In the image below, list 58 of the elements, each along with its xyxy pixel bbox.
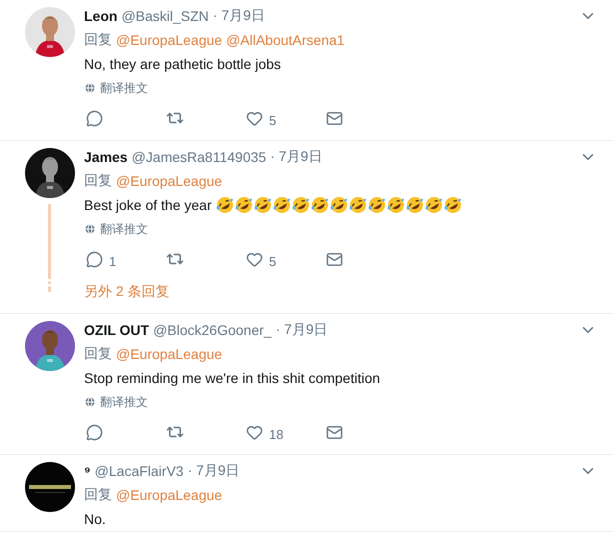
like-button[interactable]: 5	[244, 108, 324, 128]
reply-button[interactable]: 1	[84, 250, 164, 268]
laughing-emoji-icon	[292, 196, 310, 214]
tweet-date[interactable]: · 7月9日	[276, 321, 328, 339]
speech-bubble-icon	[86, 250, 103, 268]
laughing-emoji-icon	[234, 196, 253, 214]
mention-link[interactable]: @EuropaLeague	[116, 173, 222, 189]
more-replies-link[interactable]: 另外 2 条回复	[84, 281, 579, 303]
speech-bubble-icon	[86, 424, 103, 440]
user-name[interactable]: Leon	[84, 8, 118, 24]
mention-link[interactable]: @EuropaLeague	[116, 346, 222, 362]
heart-icon	[246, 250, 263, 268]
globe-icon	[84, 396, 96, 408]
tweet-date[interactable]: · 7月9日	[270, 148, 322, 166]
envelope-icon	[326, 110, 343, 126]
laughing-emoji-icon	[386, 196, 405, 214]
laughing-emoji-icon	[368, 196, 386, 214]
user-name[interactable]: OZIL OUT	[84, 322, 150, 338]
speech-bubble-icon	[86, 110, 103, 126]
envelope-icon	[326, 424, 343, 440]
translate-link[interactable]: 翻译推文	[84, 220, 148, 238]
laughing-emoji-icon	[330, 196, 348, 214]
heart-icon	[246, 424, 263, 440]
reply-label: 回复	[84, 486, 112, 504]
reply-label: 回复	[84, 31, 112, 49]
globe-icon	[84, 82, 96, 94]
user-name[interactable]: ⁹	[84, 463, 91, 479]
user-handle[interactable]: @JamesRa81149035	[132, 149, 266, 165]
laughing-emoji-icon	[310, 196, 329, 214]
laughing-emoji-icon	[272, 196, 291, 214]
tweet-text: No, they are pathetic bottle jobs	[84, 56, 281, 72]
globe-icon	[84, 223, 96, 235]
envelope-icon	[326, 250, 343, 268]
laughing-emoji-icon	[216, 196, 234, 214]
user-name[interactable]: James	[84, 149, 128, 165]
tweet-text: Best joke of the year	[84, 197, 212, 213]
tweet-date[interactable]: · 7月9日	[188, 462, 240, 480]
heart-icon	[246, 110, 263, 126]
laughing-emoji-icon	[406, 196, 424, 214]
laughing-emoji-icon	[424, 196, 443, 214]
like-button[interactable]: 5	[244, 250, 324, 268]
reply-label: 回复	[84, 172, 112, 190]
user-handle[interactable]: @LacaFlairV3	[94, 463, 184, 479]
mention-link[interactable]: @EuropaLeague	[116, 32, 222, 48]
tweet-text: Stop reminding me we're in this shit competition	[84, 370, 380, 386]
user-handle[interactable]: @Baskil_SZN	[121, 8, 209, 24]
reply-label: 回复	[84, 345, 112, 363]
mention-link[interactable]: @AllAboutArsena1	[226, 32, 345, 48]
tweet-text: No.	[84, 511, 106, 527]
laughing-emoji-icon	[444, 196, 462, 214]
mention-link[interactable]: @EuropaLeague	[116, 487, 222, 503]
user-handle[interactable]: @Block26Gooner_	[153, 322, 272, 338]
tweet-date[interactable]: · 7月9日	[212, 7, 265, 25]
translate-link[interactable]: 翻译推文	[84, 394, 148, 410]
laughing-emoji-icon	[254, 196, 272, 214]
like-button[interactable]: 18	[244, 422, 324, 442]
laughing-emoji-icon	[348, 196, 367, 214]
translate-link[interactable]: 翻译推文	[84, 80, 148, 96]
